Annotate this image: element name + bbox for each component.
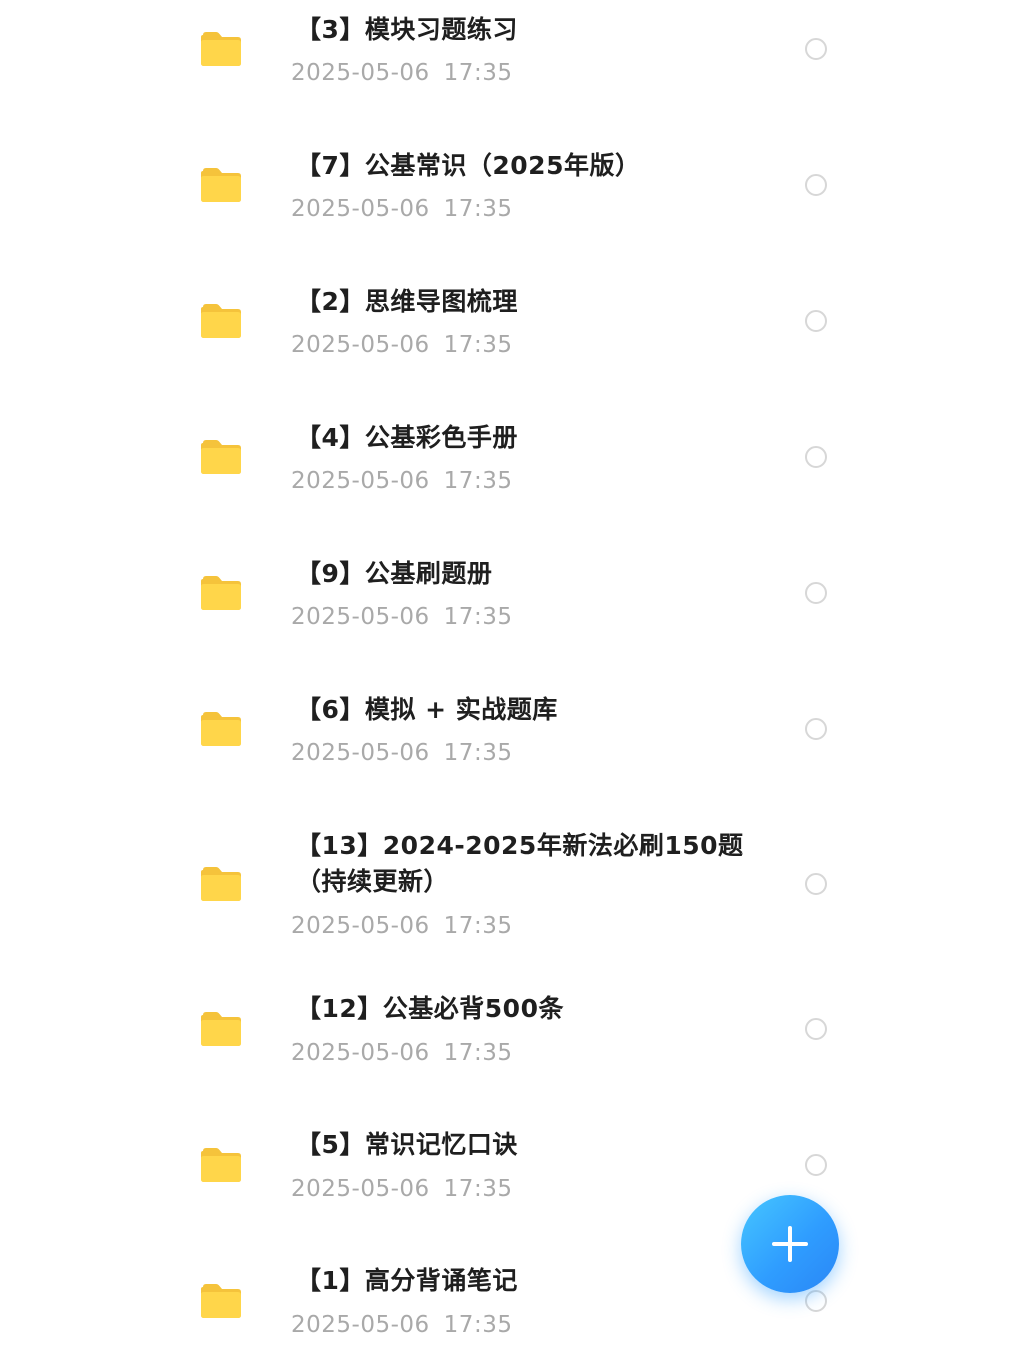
file-time-value: 17:35 bbox=[443, 1040, 513, 1066]
select-radio[interactable] bbox=[805, 873, 827, 895]
file-title: 【1】高分背诵笔记 bbox=[296, 1266, 518, 1295]
file-title: 【12】公基必背500条 bbox=[296, 994, 564, 1023]
list-item[interactable]: 【2】思维导图梳理 2025-05-06 17:35 bbox=[0, 272, 1018, 392]
add-button[interactable] bbox=[741, 1195, 839, 1293]
list-item[interactable]: 【9】公基刷题册 2025-05-06 17:35 bbox=[0, 544, 1018, 664]
select-radio[interactable] bbox=[805, 1018, 827, 1040]
folder-icon bbox=[200, 167, 242, 203]
select-radio[interactable] bbox=[805, 174, 827, 196]
file-title: 【2】思维导图梳理 bbox=[296, 287, 518, 316]
file-time-value: 17:35 bbox=[443, 604, 513, 630]
plus-icon-stroke bbox=[788, 1226, 792, 1262]
file-date: 2025-05-06 17:35 bbox=[291, 1310, 512, 1340]
select-radio[interactable] bbox=[805, 446, 827, 468]
folder-icon bbox=[200, 866, 242, 902]
file-date: 2025-05-06 17:35 bbox=[291, 738, 512, 768]
select-radio[interactable] bbox=[805, 582, 827, 604]
file-date: 2025-05-06 17:35 bbox=[291, 194, 512, 224]
file-manager-screen: 【3】模块习题练习 2025-05-06 17:35 【7】公基常识（2025年版… bbox=[0, 0, 1018, 1358]
file-date: 2025-05-06 17:35 bbox=[291, 1038, 512, 1068]
list-item[interactable]: 【13】2024-2025年新法必刷150题（持续更新） 2025-05-06 1… bbox=[0, 816, 1018, 966]
file-date-value: 2025-05-06 bbox=[291, 1312, 430, 1338]
list-item[interactable]: 【4】公基彩色手册 2025-05-06 17:35 bbox=[0, 408, 1018, 528]
list-item[interactable]: 【7】公基常识（2025年版） 2025-05-06 17:35 bbox=[0, 136, 1018, 256]
folder-icon bbox=[200, 303, 242, 339]
file-title: 【13】2024-2025年新法必刷150题（持续更新） bbox=[296, 831, 744, 896]
file-date: 2025-05-06 17:35 bbox=[291, 1174, 512, 1204]
file-title: 【7】公基常识（2025年版） bbox=[296, 151, 641, 180]
folder-icon bbox=[200, 1283, 242, 1319]
list-item[interactable]: 【12】公基必背500条 2025-05-06 17:35 bbox=[0, 980, 1018, 1100]
file-time-value: 17:35 bbox=[443, 60, 513, 86]
file-date: 2025-05-06 17:35 bbox=[291, 911, 512, 941]
select-radio[interactable] bbox=[805, 38, 827, 60]
folder-icon bbox=[200, 31, 242, 67]
file-date-value: 2025-05-06 bbox=[291, 1176, 430, 1202]
file-time-value: 17:35 bbox=[443, 1312, 513, 1338]
file-date-value: 2025-05-06 bbox=[291, 740, 430, 766]
list-item[interactable]: 【5】常识记忆口诀 2025-05-06 17:35 bbox=[0, 1116, 1018, 1236]
file-date-value: 2025-05-06 bbox=[291, 913, 430, 939]
file-date-value: 2025-05-06 bbox=[291, 332, 430, 358]
file-date-value: 2025-05-06 bbox=[291, 196, 430, 222]
file-date-value: 2025-05-06 bbox=[291, 468, 430, 494]
select-radio[interactable] bbox=[805, 1290, 827, 1312]
file-title: 【3】模块习题练习 bbox=[296, 15, 518, 44]
file-date: 2025-05-06 17:35 bbox=[291, 330, 512, 360]
select-radio[interactable] bbox=[805, 1154, 827, 1176]
folder-icon bbox=[200, 711, 242, 747]
list-item[interactable]: 【6】模拟 + 实战题库 2025-05-06 17:35 bbox=[0, 680, 1018, 800]
file-date: 2025-05-06 17:35 bbox=[291, 602, 512, 632]
folder-icon bbox=[200, 575, 242, 611]
file-date: 2025-05-06 17:35 bbox=[291, 466, 512, 496]
folder-icon bbox=[200, 1011, 242, 1047]
folder-icon bbox=[200, 1147, 242, 1183]
file-time-value: 17:35 bbox=[443, 196, 513, 222]
select-radio[interactable] bbox=[805, 718, 827, 740]
file-time-value: 17:35 bbox=[443, 913, 513, 939]
file-date-value: 2025-05-06 bbox=[291, 604, 430, 630]
file-title: 【4】公基彩色手册 bbox=[296, 423, 518, 452]
file-time-value: 17:35 bbox=[443, 1176, 513, 1202]
list-item[interactable]: 【3】模块习题练习 2025-05-06 17:35 bbox=[0, 0, 1018, 120]
file-time-value: 17:35 bbox=[443, 332, 513, 358]
file-title: 【9】公基刷题册 bbox=[296, 559, 493, 588]
file-date-value: 2025-05-06 bbox=[291, 60, 430, 86]
file-title: 【6】模拟 + 实战题库 bbox=[296, 695, 558, 724]
file-date-value: 2025-05-06 bbox=[291, 1040, 430, 1066]
select-radio[interactable] bbox=[805, 310, 827, 332]
file-time-value: 17:35 bbox=[443, 740, 513, 766]
file-title: 【5】常识记忆口诀 bbox=[296, 1130, 518, 1159]
folder-icon bbox=[200, 439, 242, 475]
file-time-value: 17:35 bbox=[443, 468, 513, 494]
list-item[interactable]: 【1】高分背诵笔记 2025-05-06 17:35 bbox=[0, 1252, 1018, 1358]
file-date: 2025-05-06 17:35 bbox=[291, 58, 512, 88]
